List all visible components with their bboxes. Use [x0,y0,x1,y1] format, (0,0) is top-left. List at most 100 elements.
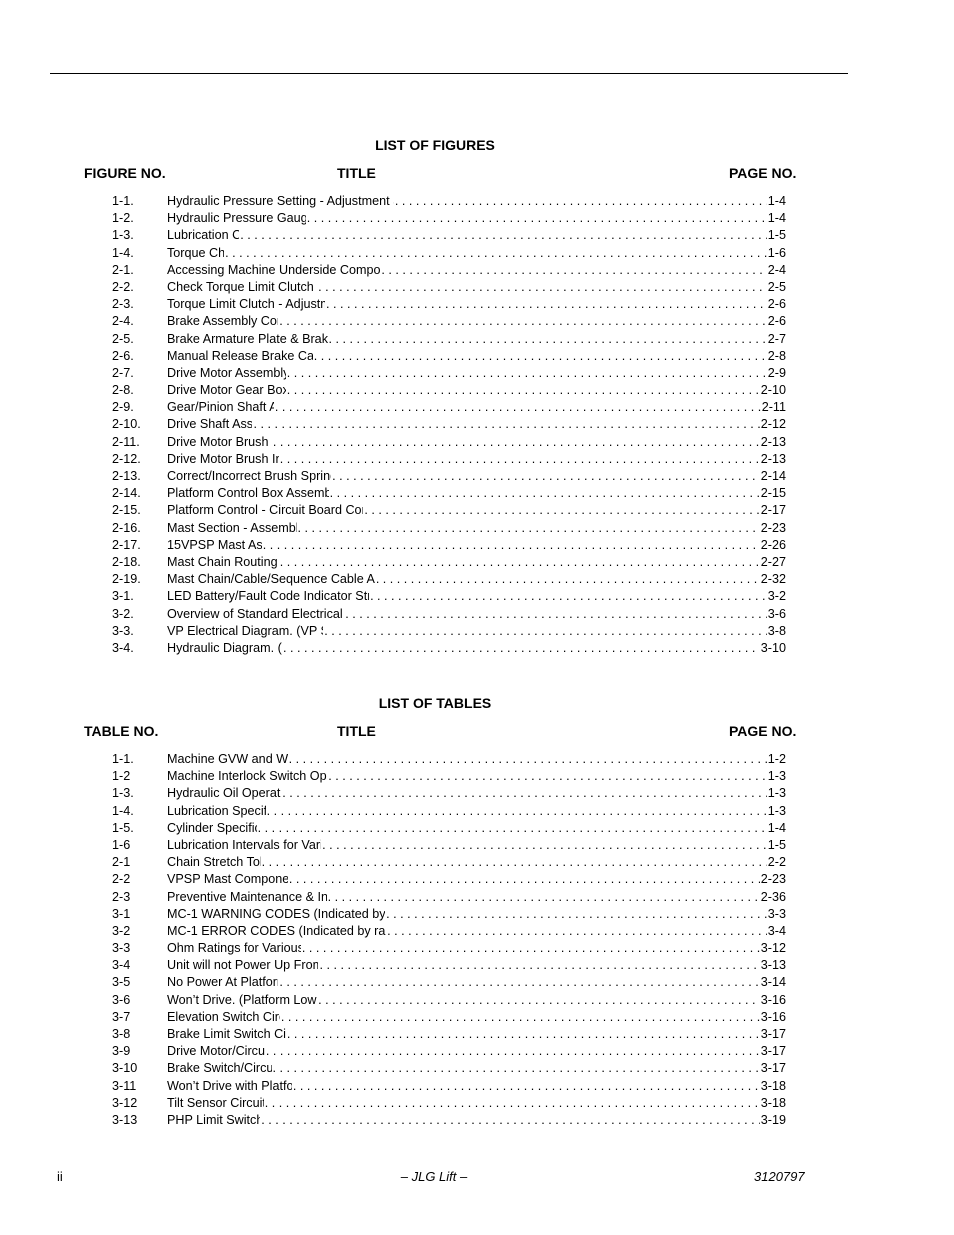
table-entry[interactable]: 3-2 MC-1 ERROR CODES (Indicated by rapid … [112,923,786,940]
dot-leader [386,906,767,923]
figure-entry-page: 2-17 [760,503,786,518]
figure-entry[interactable]: 2-19. Mast Chain/Cable/Sequence Cable Adj… [112,571,786,588]
table-entry-title: Lubrication Specifications [167,803,266,818]
tables-col-page: PAGE NO. [729,723,797,739]
table-entry-page: 1-2 [767,752,786,766]
footer-publisher: – JLG Lift – [400,1169,468,1184]
figure-entry[interactable]: 3-4. Hydraulic Diagram. (VP Series) 3-10 [112,640,786,657]
dot-leader [293,1078,760,1095]
figure-entry-number: 2-7. [112,365,134,380]
dot-leader [289,871,760,888]
table-entry[interactable]: 3-11 Won’t Drive with Platform Elevated 3-… [112,1078,786,1095]
table-entry[interactable]: 1-2 Machine Interlock Switch Operating Co… [112,768,786,785]
figure-entry[interactable]: 2-15. Platform Control - Circuit Board Co… [112,502,786,519]
dot-leader [265,1095,760,1112]
figure-entry-title: Brake Assembly Components [167,314,278,329]
table-entry-page: 1-3 [767,769,786,784]
figure-entry[interactable]: 2-12. Drive Motor Brush Installation. 2-13 [112,451,786,468]
table-entry[interactable]: 1-1. Machine GVW and Wheel Loads 1-2 [112,751,786,768]
figure-entry-title: Gear/Pinion Shaft Assembly. [167,400,274,415]
figure-entry[interactable]: 2-13. Correct/Incorrect Brush Spring Brac… [112,468,786,485]
figure-entry-title: Lubrication Chart. [167,228,240,243]
figure-entry-title: Drive Motor Brush Location. [167,434,272,449]
figure-entry[interactable]: 2-2. Check Torque Limit Clutch - Torque S… [112,279,786,296]
table-entry[interactable]: 2-3 Preventive Maintenance & Inspection S… [112,889,786,906]
figure-entry[interactable]: 1-3. Lubrication Chart. 1-5 [112,227,786,244]
figure-entry[interactable]: 2-3. Torque Limit Clutch - Adjustment Com… [112,296,786,313]
tables-section-title: LIST OF TABLES [378,695,492,711]
figure-entry[interactable]: 2-10. Drive Shaft Assembly. 2-12 [112,416,786,433]
table-entry-title: Tilt Sensor Circuit Check. [167,1095,264,1110]
figure-entry[interactable]: 2-6. Manual Release Brake Cable Adjustmen… [112,348,786,365]
figure-entry[interactable]: 1-4. Torque Chart. 1-6 [112,245,786,262]
table-entry-page: 3-18 [760,1078,786,1093]
table-entry-number: 3-11 [112,1078,137,1093]
figure-entry-page: 3-10 [760,640,786,655]
figure-entry-page: 1-4 [767,194,786,208]
figure-entry[interactable]: 2-1. Accessing Machine Underside Componen… [112,262,786,279]
figure-entry[interactable]: 2-17. 15VPSP Mast Assembly. 2-26 [112,537,786,554]
table-entry-page: 3-17 [760,1027,786,1041]
figure-entry[interactable]: 2-8. Drive Motor Gear Box Assembly. 2-10 [112,382,786,399]
figure-entry[interactable]: 1-2. Hydraulic Pressure Gauge Installatio… [112,210,786,227]
figure-entry[interactable]: 2-11. Drive Motor Brush Location. 2-13 [112,434,786,451]
table-entry[interactable]: 3-10 Brake Switch/Circuit Check. 3-17 [112,1060,786,1077]
table-entry-page: 3-12 [760,941,786,956]
dot-leader [322,837,767,854]
table-entry-number: 2-2 [112,872,131,887]
dot-leader [328,768,767,785]
figure-entry-page: 2-11 [761,400,786,415]
table-entry-number: 3-1 [112,906,131,921]
figure-entry[interactable]: 2-5. Brake Armature Plate & Brake Disk Ad… [112,331,786,348]
table-entry-page: 3-14 [760,975,786,990]
figure-entry[interactable]: 2-14. Platform Control Box Assembly (Expl… [112,485,786,502]
figure-entry[interactable]: 3-1. LED Battery/Fault Code Indicator Str… [112,588,786,605]
figure-entry[interactable]: 2-9. Gear/Pinion Shaft Assembly. 2-11 [112,399,786,416]
figure-entry[interactable]: 2-16. Mast Section - Assembly Reference. 2… [112,520,786,537]
figure-entry[interactable]: 3-2. Overview of Standard Electrical Syst… [112,606,786,623]
table-entry[interactable]: 3-13 PHP Limit Switch Circuit 3-19 [112,1112,786,1129]
figure-entry[interactable]: 2-4. Brake Assembly Components 2-6 [112,313,786,330]
table-entry[interactable]: 3-1 MC-1 WARNING CODES (Indicated by 3 be… [112,906,786,923]
figure-entry[interactable]: 2-18. Mast Chain Routing Diagram.. 2-27 [112,554,786,571]
figure-entry-page: 2-7 [767,331,786,346]
table-entry[interactable]: 3-12 Tilt Sensor Circuit Check. 3-18 [112,1095,786,1112]
figure-entry-page: 3-6 [767,606,786,621]
table-entry[interactable]: 1-6 Lubrication Intervals for Various Com… [112,837,786,854]
figure-entry-title: Mast Chain/Cable/Sequence Cable Adjustme… [167,572,375,587]
table-entry[interactable]: 3-7 Elevation Switch Circuit Check 3-16 [112,1009,786,1026]
table-entry[interactable]: 3-3 Ohm Ratings for Various Components 3-1… [112,940,786,957]
table-entry-page: 3-17 [760,1044,786,1059]
dot-leader [330,485,760,502]
figure-entry-number: 2-3. [112,297,134,312]
dot-leader [267,803,767,820]
figure-entry-page: 2-8 [767,348,786,363]
dot-leader [329,331,767,348]
figure-entry-number: 1-4. [112,245,134,260]
dot-leader [370,588,767,605]
table-entry[interactable]: 2-1 Chain Stretch Tolerance 2-2 [112,854,786,871]
figure-entry-page: 2-9 [767,365,786,380]
dot-leader [307,210,767,227]
figure-entry-title: Brake Armature Plate & Brake Disk Adjust… [167,331,328,346]
table-entry[interactable]: 3-5 No Power At Platform Control. 3-14 [112,974,786,991]
table-entry[interactable]: 1-3. Hydraulic Oil Operating Range 1-3 [112,785,786,802]
table-entry[interactable]: 2-2 VPSP Mast Component Features 2-23 [112,871,786,888]
figure-entry-number: 2-14. [112,486,141,501]
figures-section-title: LIST OF FIGURES [375,137,495,153]
dot-leader [381,262,766,279]
figure-entry[interactable]: 3-3. VP Electrical Diagram. (VP Series - … [112,623,786,640]
table-entry-number: 1-6 [112,837,131,852]
table-entry[interactable]: 3-6 Won’t Drive. (Platform Lowered or Ele… [112,992,786,1009]
figure-entry[interactable]: 1-1. Hydraulic Pressure Setting - Adjustm… [112,193,786,210]
figure-entry-page: 2-23 [760,520,786,535]
table-entry[interactable]: 3-9 Drive Motor/Circuit Check 3-17 [112,1043,786,1060]
table-entry[interactable]: 3-8 Brake Limit Switch Circuit Check 3-17 [112,1026,786,1043]
table-entry[interactable]: 3-4 Unit will not Power Up From Ground Co… [112,957,786,974]
table-entry[interactable]: 1-5. Cylinder Specifications 1-4 [112,820,786,837]
figure-entry[interactable]: 2-7. Drive Motor Assembly Removal. 2-9 [112,365,786,382]
table-entry-number: 3-5 [112,975,131,990]
table-entry-title: Lubrication Intervals for Various Compon… [167,837,321,852]
table-entry[interactable]: 1-4. Lubrication Specifications 1-3 [112,803,786,820]
table-entry-page: 3-16 [760,992,786,1007]
